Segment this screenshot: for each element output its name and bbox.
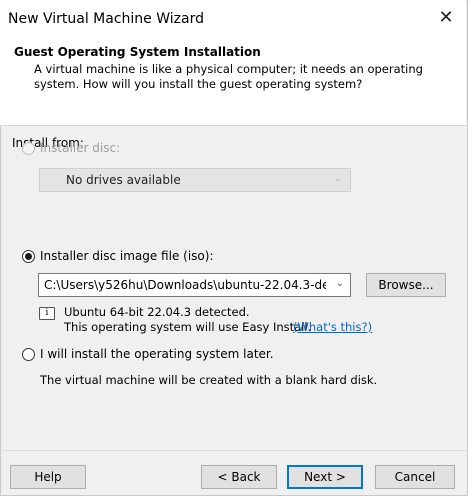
browse-button[interactable]: Browse...	[366, 273, 446, 297]
back-button[interactable]: < Back	[201, 465, 277, 489]
page-description-main: A virtual machine is like a physical com…	[34, 62, 423, 91]
radio-installer-disc[interactable]	[22, 142, 35, 155]
chevron-down-icon[interactable]: ⌄	[336, 278, 344, 289]
next-button[interactable]: Next >	[287, 465, 363, 489]
footer-divider	[0, 450, 468, 451]
title-bar-main: New Virtual Machine Wizard ✕	[0, 0, 466, 38]
window-title-main: New Virtual Machine Wizard	[8, 11, 204, 27]
content-layer: New Virtual Machine Wizard ✕ Guest Opera…	[0, 0, 468, 496]
disc-drive-select-value: No drives available	[66, 173, 181, 187]
install-later-note: The virtual machine will be created with…	[40, 373, 378, 387]
radio-iso-image-label: Installer disc image file (iso):	[40, 249, 214, 263]
radio-iso-image[interactable]	[22, 250, 35, 263]
radio-installer-disc-label: Installer disc:	[40, 141, 121, 155]
whats-this-link[interactable]: (What's this?)	[293, 320, 372, 335]
iso-path-value: C:\Users\y526hu\Downloads\ubuntu-22.04.3…	[44, 278, 326, 292]
close-button-icon[interactable]: ✕	[434, 6, 458, 30]
iso-detected-text: Ubuntu 64-bit 22.04.3 detected.	[64, 305, 250, 319]
radio-install-later-label: I will install the operating system late…	[40, 347, 274, 361]
cancel-button[interactable]: Cancel	[375, 465, 455, 489]
iso-path-combobox[interactable]: C:\Users\y526hu\Downloads\ubuntu-22.04.3…	[38, 273, 351, 297]
easy-install-text: This operating system will use Easy Inst…	[64, 320, 312, 334]
page-title-main: Guest Operating System Installation	[14, 45, 261, 59]
radio-install-later[interactable]	[22, 348, 35, 361]
info-icon: i	[39, 307, 55, 320]
wizard-header-main: Guest Operating System Installation A vi…	[0, 38, 466, 126]
help-button[interactable]: Help	[10, 465, 86, 489]
chevron-down-icon: ⌄	[333, 173, 342, 184]
disc-drive-select: No drives available ⌄	[39, 168, 351, 192]
